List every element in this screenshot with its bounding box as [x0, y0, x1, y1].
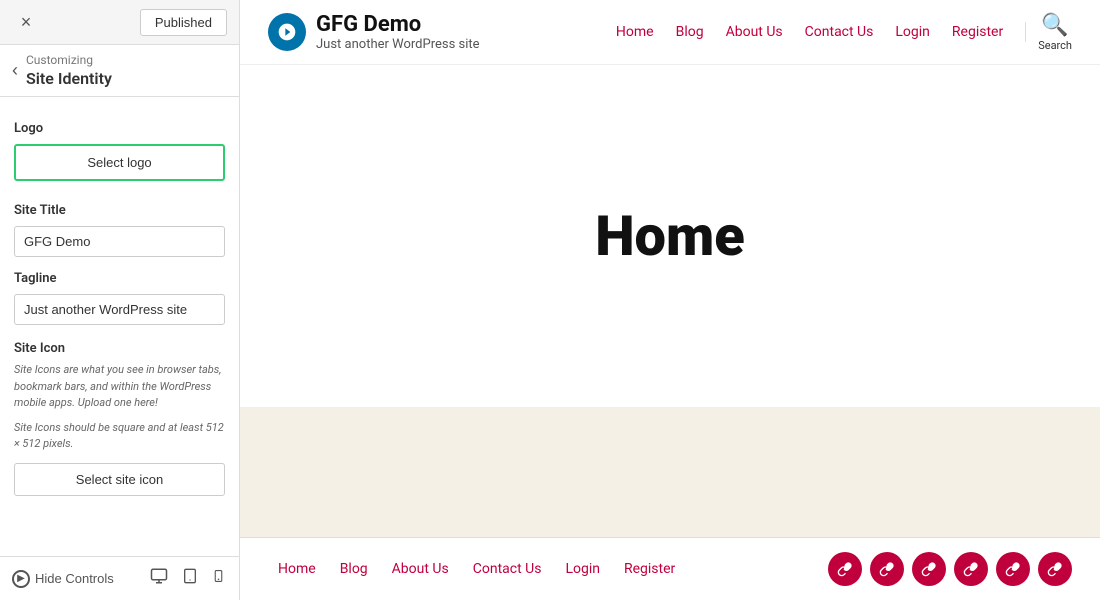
back-button[interactable]: ‹: [12, 60, 18, 81]
footer-nav: Home Blog About Us Contact Us Login Regi…: [268, 557, 685, 581]
footer-login[interactable]: Login: [555, 557, 610, 581]
site-icon-desc: Site Icons are what you see in browser t…: [14, 362, 225, 412]
footer-register[interactable]: Register: [614, 557, 685, 581]
nav-register[interactable]: Register: [942, 20, 1013, 44]
tan-section: [240, 407, 1100, 537]
mobile-view-button[interactable]: [210, 565, 227, 592]
search-icon: 🔍: [1041, 13, 1068, 38]
social-icon-5[interactable]: [996, 552, 1030, 586]
panel-header: × Published: [0, 0, 239, 45]
panel-nav-title: Customizing: [26, 53, 112, 67]
select-site-icon-button[interactable]: Select site icon: [14, 463, 225, 496]
customizer-panel: × Published ‹ Customizing Site Identity …: [0, 0, 240, 600]
nav-login[interactable]: Login: [885, 20, 940, 44]
desktop-view-button[interactable]: [148, 565, 170, 592]
social-icon-6[interactable]: [1038, 552, 1072, 586]
social-icon-3[interactable]: [912, 552, 946, 586]
brand-title: GFG Demo: [316, 12, 480, 37]
site-nav: Home Blog About Us Contact Us Login Regi…: [606, 13, 1072, 52]
hide-controls-label: Hide Controls: [35, 571, 114, 586]
panel-scroll-area: Logo Select logo Site Title Tagline Site…: [0, 97, 239, 556]
brand-text: GFG Demo Just another WordPress site: [316, 12, 480, 52]
footer-about[interactable]: About Us: [382, 557, 459, 581]
site-icon-note: Site Icons should be square and at least…: [14, 420, 225, 453]
select-logo-button[interactable]: Select logo: [14, 144, 225, 181]
nav-blog[interactable]: Blog: [666, 20, 714, 44]
panel-nav: ‹ Customizing Site Identity: [0, 45, 239, 97]
footer-icons: [828, 552, 1072, 586]
panel-footer: ▶ Hide Controls: [0, 556, 239, 600]
nav-home[interactable]: Home: [606, 20, 664, 44]
hero-title: Home: [595, 203, 745, 269]
footer-home[interactable]: Home: [268, 557, 326, 581]
social-icon-4[interactable]: [954, 552, 988, 586]
preview-area: GFG Demo Just another WordPress site Hom…: [240, 0, 1100, 600]
logo-label: Logo: [14, 121, 225, 136]
hide-controls-button[interactable]: ▶ Hide Controls: [12, 570, 114, 588]
social-icon-1[interactable]: [828, 552, 862, 586]
site-footer: Home Blog About Us Contact Us Login Regi…: [240, 537, 1100, 600]
tablet-view-button[interactable]: [180, 565, 200, 592]
site-header: GFG Demo Just another WordPress site Hom…: [240, 0, 1100, 65]
nav-separator: [1025, 22, 1026, 42]
footer-contact[interactable]: Contact Us: [463, 557, 552, 581]
hero-section: Home: [240, 65, 1100, 407]
nav-about[interactable]: About Us: [716, 20, 793, 44]
search-label: Search: [1038, 39, 1072, 52]
brand-tagline: Just another WordPress site: [316, 37, 480, 52]
footer-blog[interactable]: Blog: [330, 557, 378, 581]
tagline-label: Tagline: [14, 271, 225, 286]
nav-contact[interactable]: Contact Us: [795, 20, 884, 44]
site-title-input[interactable]: [14, 226, 225, 257]
search-area[interactable]: 🔍 Search: [1038, 13, 1072, 52]
published-button[interactable]: Published: [140, 9, 227, 36]
brand-logo-icon: [268, 13, 306, 51]
social-icon-2[interactable]: [870, 552, 904, 586]
device-icons: [148, 565, 227, 592]
panel-main-title: Site Identity: [26, 69, 112, 88]
hide-controls-icon: ▶: [12, 570, 30, 588]
site-brand: GFG Demo Just another WordPress site: [268, 12, 480, 52]
tagline-input[interactable]: [14, 294, 225, 325]
site-icon-label: Site Icon: [14, 341, 225, 356]
close-button[interactable]: ×: [12, 8, 40, 36]
site-title-label: Site Title: [14, 203, 225, 218]
